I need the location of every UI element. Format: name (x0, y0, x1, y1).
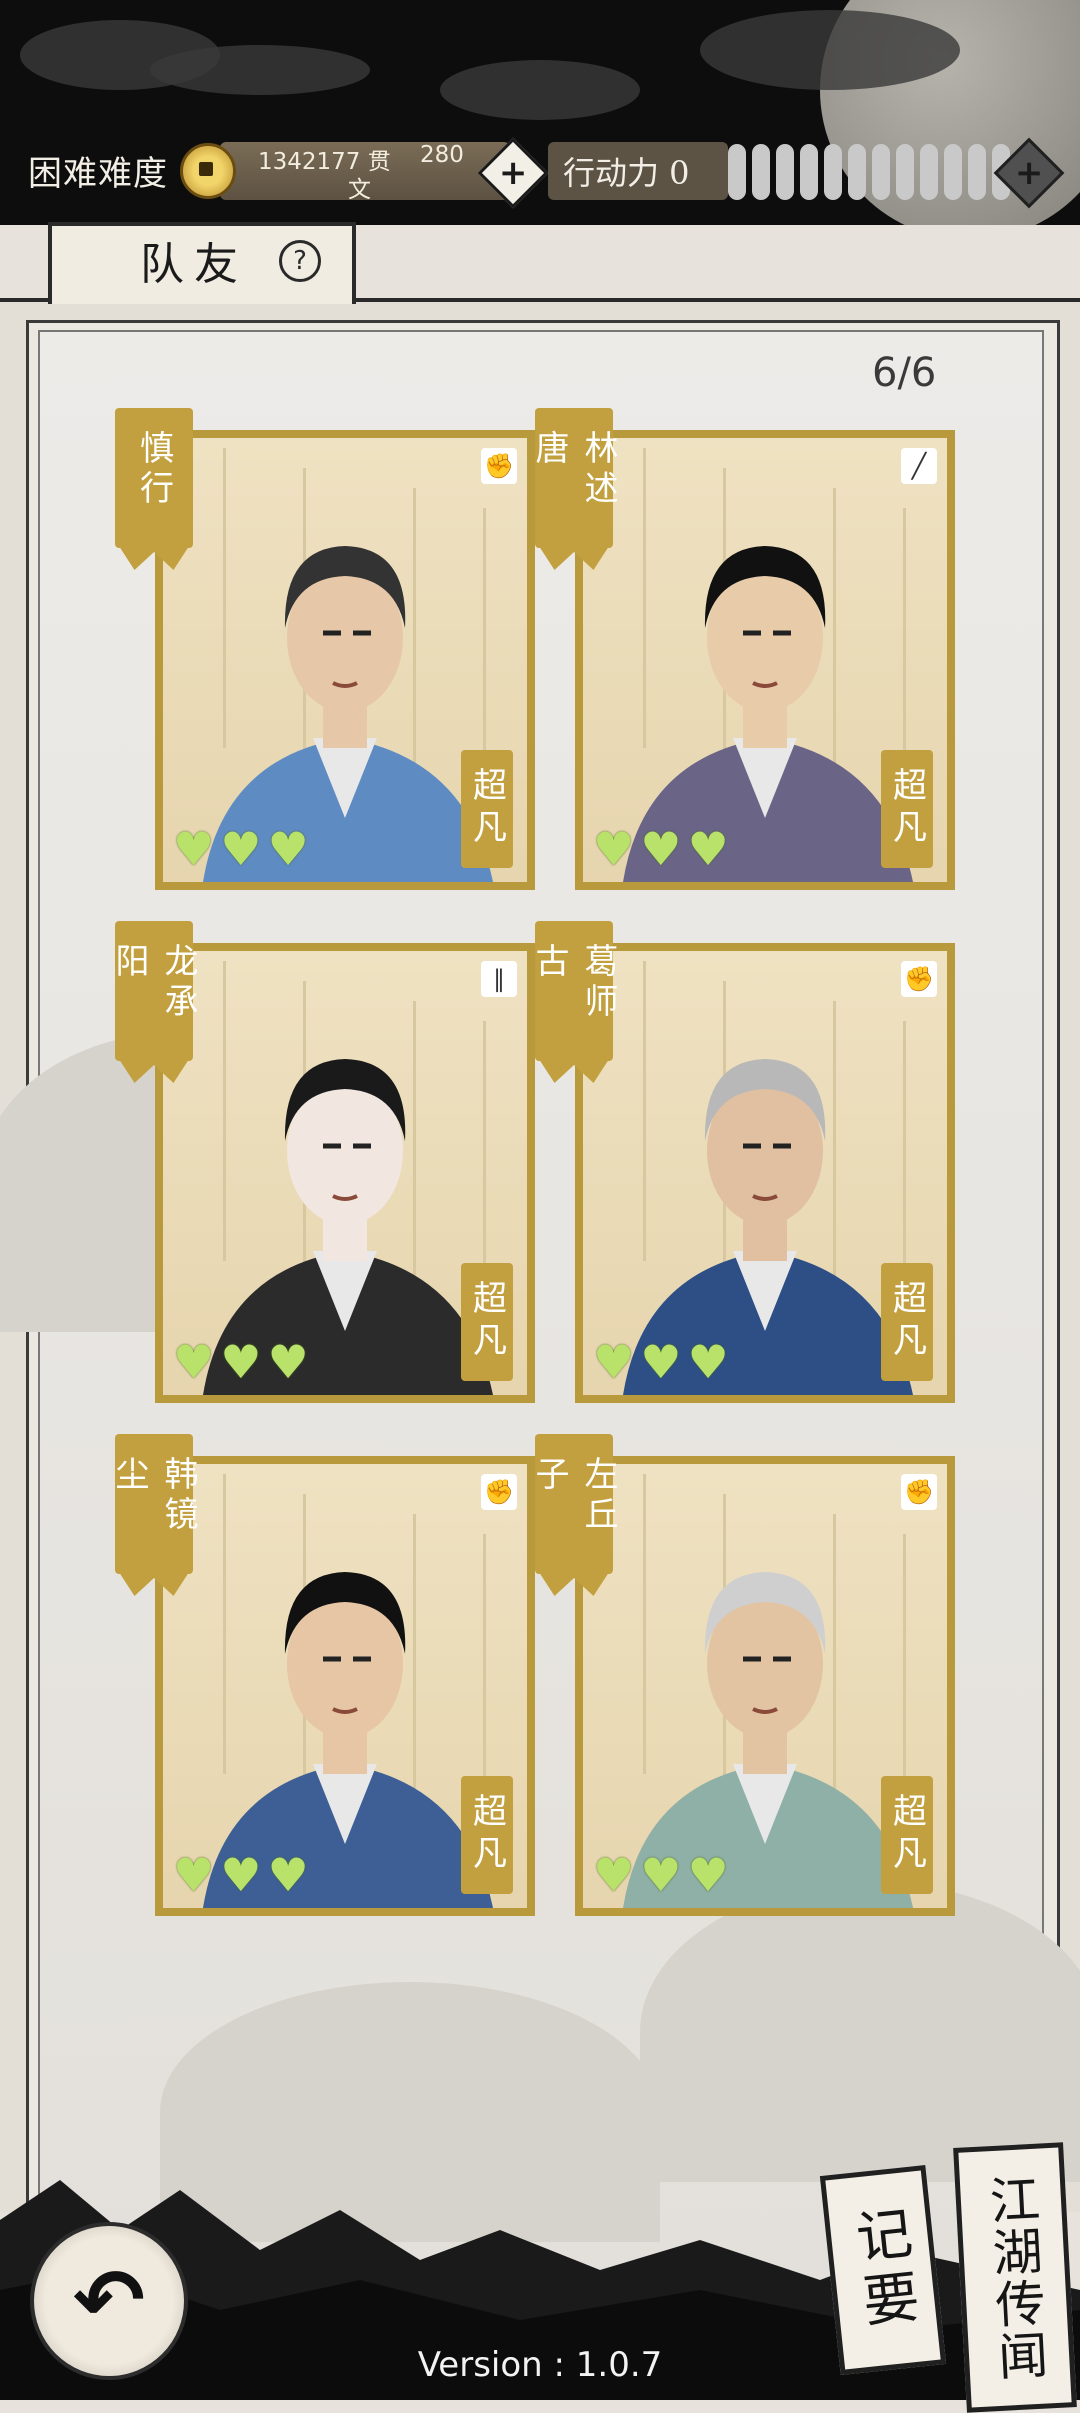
rank-label: 超凡 (466, 1793, 507, 1877)
heart-icon: ♥ (640, 1848, 682, 1902)
teammate-card[interactable]: ✊ 超凡 ♥ ♥ ♥ 葛师古 (529, 921, 955, 1403)
plus-icon: + (1014, 153, 1044, 193)
affinity-hearts: ♥ ♥ ♥ (593, 826, 729, 872)
coin-icon (180, 143, 236, 199)
affinity-hearts: ♥ ♥ ♥ (173, 826, 309, 872)
party-count: 6/6 (872, 350, 937, 396)
version-label: Version : 1.0.7 (417, 2345, 663, 2385)
rank-label: 超凡 (466, 1280, 507, 1364)
heart-icon: ♥ (687, 1848, 729, 1902)
rank-badge: 超凡 (461, 1776, 513, 1894)
card-face: ✊ 超凡 ♥ ♥ ♥ (583, 1464, 947, 1908)
heart-icon: ♥ (220, 1335, 262, 1389)
stamina-bar-track (728, 144, 1010, 200)
stamina-bar-segment (848, 144, 866, 200)
notes-label: 记要 (843, 2202, 923, 2338)
tab-teammates-label: 队友 (140, 239, 248, 290)
heart-icon: ♥ (640, 822, 682, 876)
stamina-bar-segment (872, 144, 890, 200)
sword-icon: ╱ (901, 448, 937, 484)
name-banner: 韩镜尘 (109, 1434, 198, 1574)
help-icon[interactable]: ? (279, 240, 321, 282)
rank-label: 超凡 (886, 1280, 927, 1364)
heart-icon: ♥ (173, 1335, 215, 1389)
heart-icon: ♥ (267, 1848, 309, 1902)
rank-badge: 超凡 (881, 750, 933, 868)
affinity-hearts: ♥ ♥ ♥ (173, 1339, 309, 1385)
teammate-card[interactable]: ✊ 超凡 ♥ ♥ ♥ 慎行 (115, 408, 535, 890)
character-name: 林述唐 (529, 430, 618, 510)
teammate-card[interactable]: ∥ 超凡 ♥ ♥ ♥ 龙承阳 (109, 921, 535, 1403)
teammate-card[interactable]: ╱ 超凡 ♥ ♥ ♥ 林述唐 (529, 408, 955, 890)
stamina-bar-segment (944, 144, 962, 200)
heart-icon: ♥ (687, 822, 729, 876)
plus-icon: + (498, 153, 528, 193)
heart-icon: ♥ (593, 1335, 635, 1389)
heart-icon: ♥ (593, 1848, 635, 1902)
character-name: 慎行 (133, 430, 174, 510)
heart-icon: ♥ (220, 1848, 262, 1902)
stamina-bar-segment (968, 144, 986, 200)
card-face: ✊ 超凡 ♥ ♥ ♥ (583, 951, 947, 1395)
card-face: ╱ 超凡 ♥ ♥ ♥ (583, 438, 947, 882)
affinity-hearts: ♥ ♥ ♥ (593, 1339, 729, 1385)
mountain-decoration (640, 1882, 1080, 2182)
back-arrow-icon: ↶ (72, 2251, 146, 2351)
name-banner: 龙承阳 (109, 921, 198, 1061)
card-face: ✊ 超凡 ♥ ♥ ♥ (163, 1464, 527, 1908)
difficulty-label: 困难难度 (28, 154, 168, 194)
heart-icon: ♥ (173, 1848, 215, 1902)
affinity-hearts: ♥ ♥ ♥ (173, 1852, 309, 1898)
name-banner: 慎行 (115, 408, 193, 548)
rank-badge: 超凡 (461, 750, 513, 868)
heart-icon: ♥ (267, 822, 309, 876)
character-name: 龙承阳 (109, 943, 198, 1023)
stamina-bar-segment (752, 144, 770, 200)
rank-badge: 超凡 (881, 1776, 933, 1894)
stamina-bar-segment (920, 144, 938, 200)
character-name: 葛师古 (529, 943, 618, 1023)
heart-icon: ♥ (220, 822, 262, 876)
fist-icon: ✊ (901, 961, 937, 997)
stamina-label: 行动力 0 (563, 154, 690, 192)
stamina-bar-segment (776, 144, 794, 200)
stamina-bar-segment (728, 144, 746, 200)
card-face: ∥ 超凡 ♥ ♥ ♥ (163, 951, 527, 1395)
card-face: ✊ 超凡 ♥ ♥ ♥ (163, 438, 527, 882)
money-wen-value: 280 (420, 142, 464, 168)
name-banner: 林述唐 (529, 408, 618, 548)
fist-icon: ✊ (481, 448, 517, 484)
stamina-bar-segment (824, 144, 842, 200)
teammate-card[interactable]: ✊ 超凡 ♥ ♥ ♥ 左丘子 (529, 1434, 955, 1916)
cloud-decoration (700, 10, 960, 90)
rank-label: 超凡 (466, 767, 507, 851)
character-name: 左丘子 (529, 1456, 618, 1536)
fist-icon: ✊ (901, 1474, 937, 1510)
heart-icon: ♥ (593, 822, 635, 876)
notes-button[interactable]: 记要 (819, 2165, 947, 2375)
cloud-decoration (150, 45, 370, 95)
name-banner: 葛师古 (529, 921, 618, 1061)
name-banner: 左丘子 (529, 1434, 618, 1574)
rank-badge: 超凡 (461, 1263, 513, 1381)
rank-label: 超凡 (886, 1793, 927, 1877)
cloud-decoration (440, 60, 640, 120)
character-name: 韩镜尘 (109, 1456, 198, 1536)
rank-label: 超凡 (886, 767, 927, 851)
stamina-bar-segment (800, 144, 818, 200)
heart-icon: ♥ (640, 1335, 682, 1389)
teammate-card[interactable]: ✊ 超凡 ♥ ♥ ♥ 韩镜尘 (109, 1434, 535, 1916)
heart-icon: ♥ (687, 1335, 729, 1389)
affinity-hearts: ♥ ♥ ♥ (593, 1852, 729, 1898)
heart-icon: ♥ (173, 822, 215, 876)
rank-badge: 超凡 (881, 1263, 933, 1381)
stamina-bar-segment (896, 144, 914, 200)
dual-blade-icon: ∥ (481, 961, 517, 997)
heart-icon: ♥ (267, 1335, 309, 1389)
fist-icon: ✊ (481, 1474, 517, 1510)
money-wen-unit: 文 (348, 177, 371, 203)
